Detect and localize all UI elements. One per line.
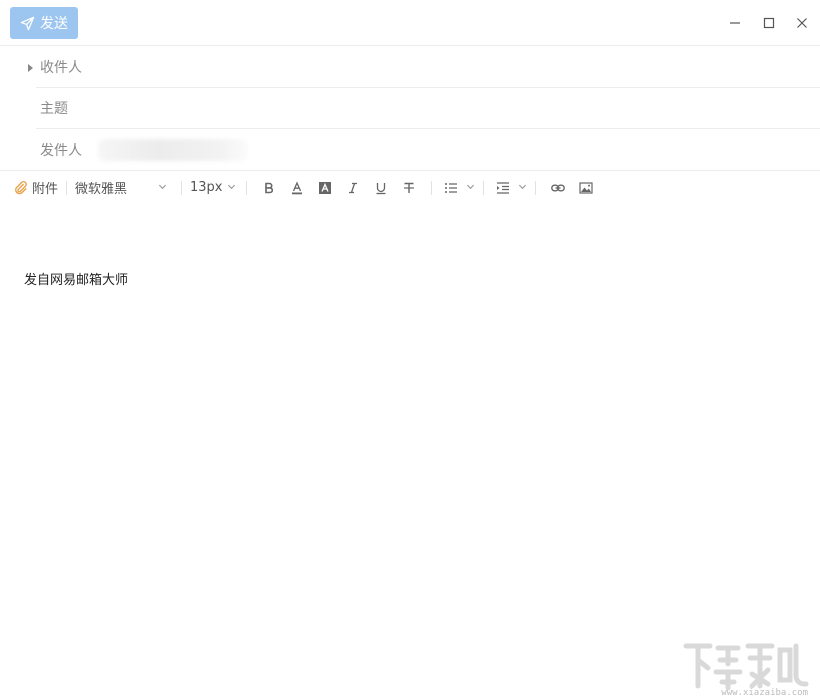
toolbar-divider xyxy=(246,180,248,195)
toolbar-divider xyxy=(431,180,433,195)
font-family-select[interactable]: 微软雅黑 xyxy=(75,178,171,197)
font-size-value: 13px xyxy=(190,180,223,195)
maximize-icon xyxy=(763,17,775,29)
minimize-button[interactable] xyxy=(725,13,745,33)
close-button[interactable] xyxy=(792,13,812,33)
underline-icon xyxy=(376,182,386,194)
font-color-icon xyxy=(292,180,303,194)
expand-recipients-arrow-icon[interactable] xyxy=(28,64,33,72)
chevron-down-icon xyxy=(466,180,475,195)
font-color-button[interactable] xyxy=(283,174,311,202)
highlight-color-button[interactable] xyxy=(311,174,339,202)
subject-label: 主题 xyxy=(40,101,68,117)
attach-button[interactable]: 附件 xyxy=(14,178,58,197)
toolbar-divider xyxy=(66,180,68,195)
highlight-icon xyxy=(319,181,332,194)
toolbar-divider xyxy=(535,180,537,195)
image-icon xyxy=(579,181,593,194)
paperclip-icon xyxy=(15,180,27,194)
minimize-icon xyxy=(730,22,740,24)
chevron-down-icon xyxy=(518,180,527,195)
strikethrough-icon xyxy=(404,182,415,193)
toolbar-divider xyxy=(483,180,485,195)
underline-button[interactable] xyxy=(367,174,395,202)
send-button-label: 发送 xyxy=(40,16,68,32)
sender-address-blurred[interactable] xyxy=(98,138,248,161)
sender-row: 发件人 xyxy=(36,129,820,170)
insert-image-button[interactable] xyxy=(572,174,600,202)
close-icon xyxy=(797,18,807,28)
title-bar: 发送 xyxy=(0,0,820,46)
watermark-url: www.xiazaiba.com xyxy=(721,688,808,698)
chevron-down-icon xyxy=(158,180,167,195)
recipient-input[interactable] xyxy=(82,47,820,87)
message-body-editor[interactable]: 发自网易邮箱大师 xyxy=(0,205,820,700)
sender-label: 发件人 xyxy=(40,142,82,159)
site-watermark-logo-icon xyxy=(683,643,809,691)
attach-label: 附件 xyxy=(32,182,59,197)
send-button[interactable]: 发送 xyxy=(10,7,78,39)
format-toolbar: 附件 微软雅黑 13px xyxy=(0,170,820,204)
paper-plane-icon xyxy=(20,16,35,30)
link-icon xyxy=(551,183,565,191)
font-family-value: 微软雅黑 xyxy=(75,182,128,197)
subject-row: 主题 xyxy=(36,88,820,129)
strikethrough-button[interactable] xyxy=(395,174,423,202)
chevron-down-icon xyxy=(227,180,236,195)
font-size-select[interactable]: 13px xyxy=(190,180,236,195)
subject-input[interactable] xyxy=(68,88,820,128)
italic-button[interactable] xyxy=(339,174,367,202)
recipient-row: 收件人 xyxy=(36,47,820,88)
maximize-button[interactable] xyxy=(759,13,779,33)
signature-text: 发自网易邮箱大师 xyxy=(24,273,129,288)
insert-link-button[interactable] xyxy=(544,174,572,202)
recipient-label: 收件人 xyxy=(40,60,82,76)
indent-select[interactable] xyxy=(492,174,527,202)
bullet-list-icon xyxy=(440,174,462,202)
toolbar-divider xyxy=(181,180,183,195)
indent-icon xyxy=(492,174,514,202)
bold-button[interactable] xyxy=(255,174,283,202)
bold-icon xyxy=(265,182,274,193)
italic-icon xyxy=(349,182,358,193)
list-select[interactable] xyxy=(440,174,475,202)
